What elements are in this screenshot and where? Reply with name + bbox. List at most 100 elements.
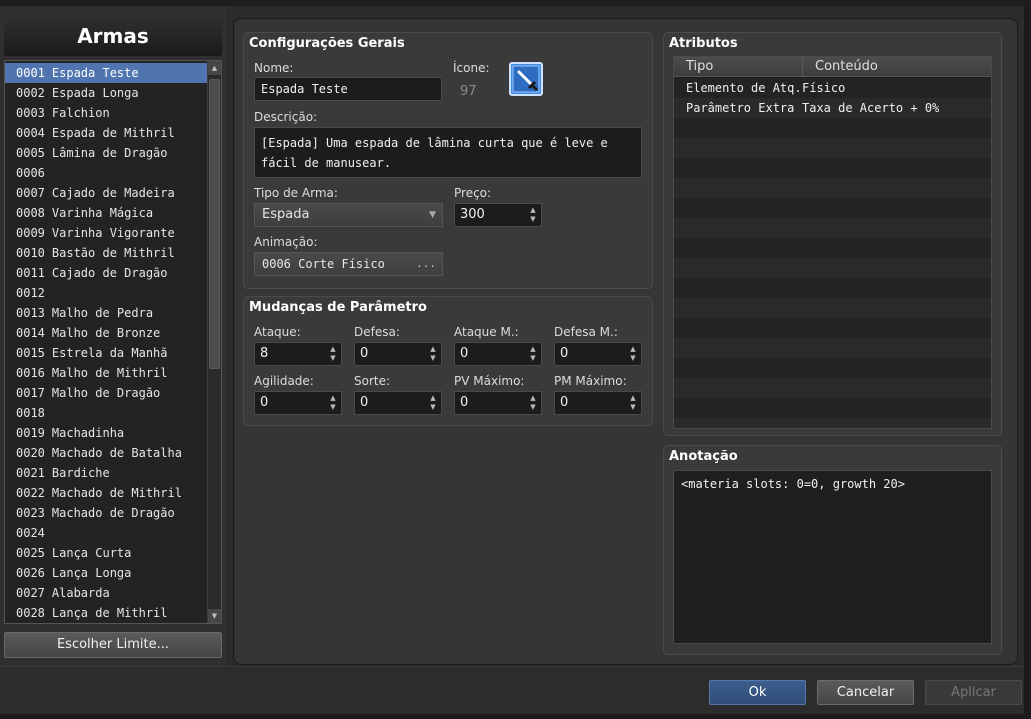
table-row[interactable] (674, 138, 991, 158)
table-row[interactable] (674, 198, 991, 218)
list-item[interactable]: 0003 Falchion (5, 103, 207, 123)
note-textarea[interactable]: <materia slots: 0=0, growth 20> (673, 470, 992, 644)
list-item[interactable]: 0027 Alabarda (5, 583, 207, 603)
table-row[interactable] (674, 398, 991, 418)
param-stepper[interactable]: 0 ▲ ▼ (354, 342, 442, 366)
list-item[interactable]: 0004 Espada de Mithril (5, 123, 207, 143)
description-field[interactable]: [Espada] Uma espada de lâmina curta que … (254, 127, 642, 178)
animation-selector[interactable]: 0006 Corte Físico ... (254, 252, 443, 276)
stepper-arrows-icon[interactable]: ▲ ▼ (629, 394, 637, 412)
param-stepper[interactable]: 0 ▲ ▼ (354, 391, 442, 415)
price-stepper[interactable]: 300 ▲ ▼ (454, 203, 542, 227)
sword-icon[interactable] (509, 62, 543, 96)
list-item[interactable]: 0028 Lança de Mithril (5, 603, 207, 623)
list-item[interactable]: 0013 Malho de Pedra (5, 303, 207, 323)
stepper-arrows-icon[interactable]: ▲ ▼ (529, 345, 537, 363)
param-label: PM Máximo: (554, 374, 627, 388)
list-item[interactable]: 0025 Lança Curta (5, 543, 207, 563)
list-item[interactable]: 0011 Cajado de Dragão (5, 263, 207, 283)
stepper-arrows-icon[interactable]: ▲ ▼ (629, 345, 637, 363)
parameter-changes-title: Mudanças de Parâmetro (249, 300, 427, 315)
column-header-content[interactable]: Conteúdo (802, 57, 980, 77)
ok-button[interactable]: Ok (709, 680, 806, 705)
table-row[interactable] (674, 298, 991, 318)
list-item[interactable]: 0012 (5, 283, 207, 303)
table-row[interactable] (674, 258, 991, 278)
weapon-list[interactable]: 0028 Lança de Mithril 0027 Alabarda 0026 Lanç… (4, 60, 222, 624)
table-row[interactable] (674, 218, 991, 238)
table-row[interactable] (674, 238, 991, 258)
list-item-id: 0019 (16, 426, 45, 440)
list-item[interactable]: 0015 Estrela da Manhã (5, 343, 207, 363)
list-item[interactable]: 0001 Espada Teste (5, 63, 207, 83)
attributes-table[interactable]: Tipo Conteúdo Elemento de Atq. Físico Parâ… (673, 56, 992, 429)
ellipsis-icon[interactable]: ... (416, 253, 436, 275)
description-label: Descrição: (254, 110, 318, 124)
list-item[interactable]: 0007 Cajado de Madeira (5, 183, 207, 203)
list-item-id: 0001 (16, 66, 45, 80)
list-item[interactable]: 0008 Varinha Mágica (5, 203, 207, 223)
icon-label: Ícone: (453, 61, 490, 75)
attributes-title: Atributos (669, 36, 738, 51)
description-line: fácil de manusear. (261, 156, 392, 170)
list-item-name: Espada Teste (51, 66, 139, 80)
stepper-arrows-icon[interactable]: ▲ ▼ (529, 206, 537, 224)
list-item-name: Bardiche (51, 466, 110, 480)
list-item[interactable]: 0009 Varinha Vigorante (5, 223, 207, 243)
list-item[interactable]: 0005 Lâmina de Dragão (5, 143, 207, 163)
stepper-arrows-icon[interactable]: ▲ ▼ (429, 345, 437, 363)
cancel-button[interactable]: Cancelar (817, 680, 914, 705)
list-item[interactable]: 0016 Malho de Mithril (5, 363, 207, 383)
list-item[interactable]: 0002 Espada Longa (5, 83, 207, 103)
list-item[interactable]: 0021 Bardiche (5, 463, 207, 483)
scroll-down-icon[interactable]: ▼ (208, 609, 221, 623)
param-stepper[interactable]: 8 ▲ ▼ (254, 342, 342, 366)
list-item[interactable]: 0010 Bastão de Mithril (5, 243, 207, 263)
table-row[interactable] (674, 278, 991, 298)
stepper-arrows-icon[interactable]: ▲ ▼ (529, 394, 537, 412)
column-header-type[interactable]: Tipo (686, 57, 713, 77)
table-row[interactable] (674, 118, 991, 138)
stepper-arrows-icon[interactable]: ▲ ▼ (429, 394, 437, 412)
list-item[interactable]: 0017 Malho de Dragão (5, 383, 207, 403)
list-item[interactable]: 0026 Lança Longa (5, 563, 207, 583)
param-stepper[interactable]: 0 ▲ ▼ (554, 391, 642, 415)
scroll-up-icon[interactable]: ▲ (208, 61, 221, 75)
list-item-id: 0018 (16, 406, 45, 420)
list-item-name: Malho de Bronze (51, 326, 161, 340)
table-row[interactable] (674, 318, 991, 338)
table-row[interactable] (674, 178, 991, 198)
list-item-id: 0014 (16, 326, 45, 340)
list-item[interactable]: 0018 (5, 403, 207, 423)
list-item[interactable]: 0014 Malho de Bronze (5, 323, 207, 343)
apply-button[interactable]: Aplicar (925, 680, 1022, 705)
list-item[interactable]: 0020 Machado de Batalha (5, 443, 207, 463)
table-row[interactable] (674, 158, 991, 178)
list-scrollbar[interactable]: ▲ ▼ (207, 61, 221, 623)
scroll-thumb[interactable] (209, 79, 220, 369)
table-row[interactable] (674, 418, 991, 428)
param-stepper[interactable]: 0 ▲ ▼ (454, 391, 542, 415)
price-value: 300 (460, 207, 485, 222)
weapon-type-dropdown[interactable]: Espada ▼ (254, 203, 443, 227)
list-item-name: Machado de Dragão (51, 506, 175, 520)
list-item[interactable]: 0022 Machado de Mithril (5, 483, 207, 503)
choose-limit-button[interactable]: Escolher Limite... (4, 632, 222, 658)
name-label: Nome: (254, 61, 294, 75)
stepper-arrows-icon[interactable]: ▲ ▼ (329, 345, 337, 363)
list-item-id: 0012 (16, 286, 45, 300)
param-value: 0 (560, 395, 569, 410)
list-item[interactable]: 0023 Machado de Dragão (5, 503, 207, 523)
stepper-arrows-icon[interactable]: ▲ ▼ (329, 394, 337, 412)
name-field[interactable]: Espada Teste (254, 77, 442, 101)
list-item[interactable]: 0024 (5, 523, 207, 543)
list-item-id: 0008 (16, 206, 45, 220)
table-row[interactable] (674, 338, 991, 358)
table-row[interactable] (674, 378, 991, 398)
list-item[interactable]: 0019 Machadinha (5, 423, 207, 443)
param-stepper[interactable]: 0 ▲ ▼ (554, 342, 642, 366)
param-stepper[interactable]: 0 ▲ ▼ (454, 342, 542, 366)
param-stepper[interactable]: 0 ▲ ▼ (254, 391, 342, 415)
table-row[interactable] (674, 358, 991, 378)
list-item[interactable]: 0006 (5, 163, 207, 183)
